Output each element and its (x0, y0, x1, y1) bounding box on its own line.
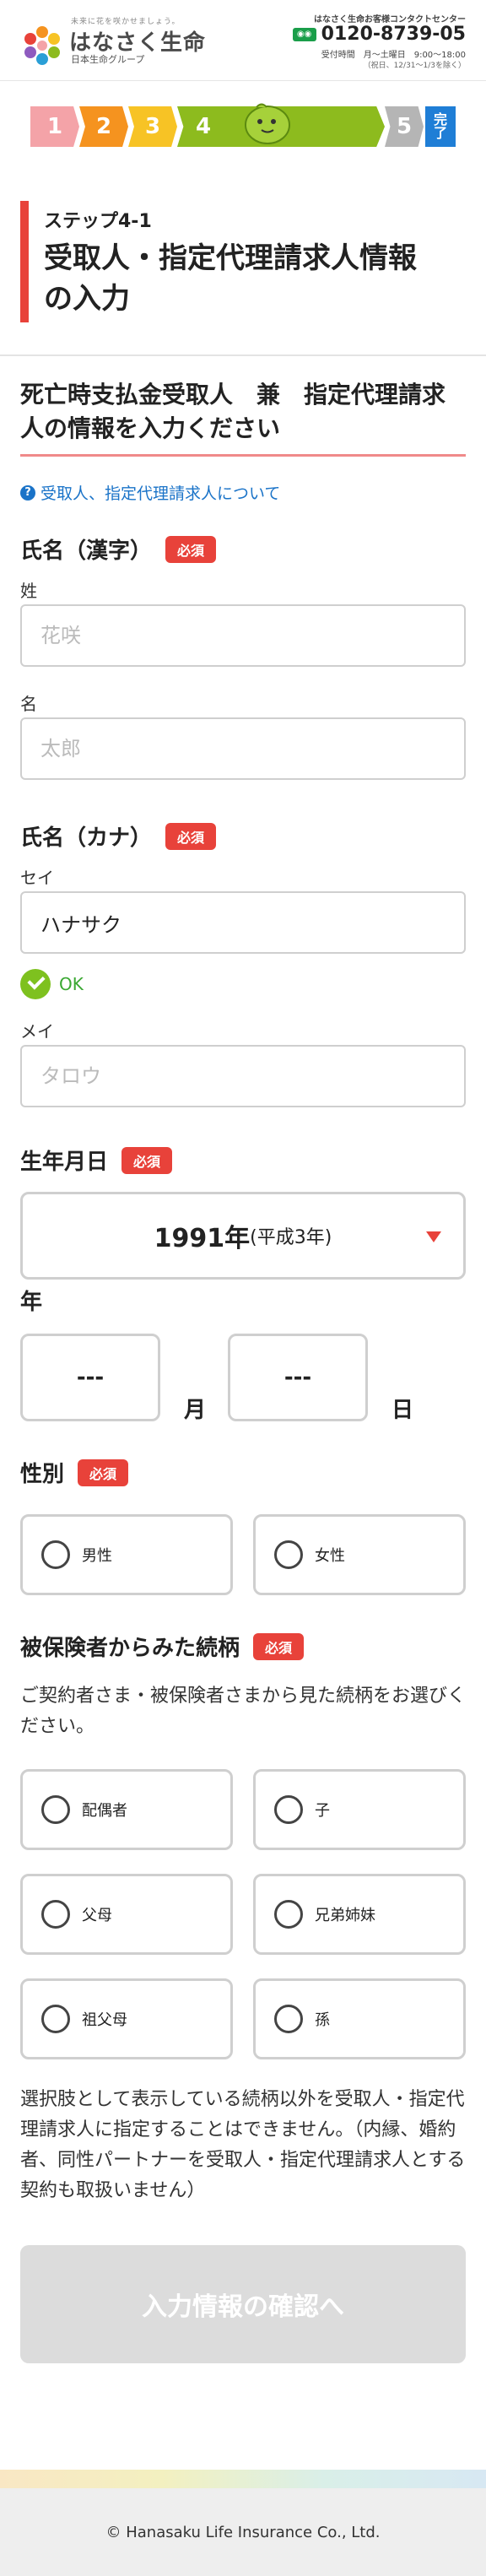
year-unit-label: 年 (20, 1290, 43, 1315)
birth-month-select[interactable]: --- (20, 1334, 160, 1421)
relation-option-label: 孫 (315, 2011, 330, 2029)
required-badge: 必須 (165, 535, 217, 563)
relation-option-grandchild[interactable]: 孫 (253, 1978, 466, 2059)
radio-icon (41, 1795, 70, 1824)
confirm-input-button[interactable]: 入力情報の確認へ (20, 2245, 466, 2363)
birth-year-select[interactable]: 1991年 (平成3年) (20, 1192, 466, 1280)
recipient-help-link-text[interactable]: 受取人、指定代理請求人について (40, 481, 280, 504)
step-3: 3 (128, 106, 177, 147)
birth-year-era: (平成3年) (250, 1227, 332, 1248)
business-hours: 受付時間 月〜土曜日 9:00〜18:00 (321, 51, 466, 60)
first-name-kana-input[interactable] (20, 1045, 466, 1107)
first-name-kanji-input[interactable] (20, 717, 466, 780)
gender-label-text: 性別 (20, 1462, 65, 1487)
radio-icon (274, 2005, 303, 2033)
birthdate-label: 生年月日 必須 (20, 1145, 173, 1176)
site-header: 未来に花を咲かせましょう。 はなさく生命 日本生命グループ はなさく生命お客様コ… (0, 0, 486, 81)
relation-label-text: 被保険者からみた続柄 (20, 1636, 240, 1661)
title-divider (0, 354, 486, 356)
page-title-block: ステップ4-1 受取人・指定代理請求人情報 の入力 (20, 201, 466, 322)
footer-gradient-band (0, 2470, 486, 2488)
radio-icon (41, 1900, 70, 1929)
relation-note: 選択肢として表示している続柄以外を受取人・指定代理請求人に指定することはできませ… (20, 2089, 466, 2201)
gender-option-male[interactable]: 男性 (20, 1514, 233, 1595)
birth-day-select[interactable]: --- (228, 1334, 368, 1421)
step-progress: 1 2 3 4 5 完了 (30, 100, 456, 147)
step-title: ステップ4-1 (44, 211, 152, 232)
page-title-line2: の入力 (44, 282, 130, 316)
radio-icon (41, 2005, 70, 2033)
last-name-kana-input[interactable] (20, 891, 466, 954)
mascot-icon (245, 103, 290, 144)
first-name-kana-label: メイ (20, 1021, 54, 1042)
relation-option-label: 父母 (82, 1907, 112, 1924)
birthdate-label-text: 生年月日 (20, 1150, 109, 1175)
relation-option-label: 子 (315, 1802, 330, 1820)
copyright: © Hanasaku Life Insurance Co., Ltd. (105, 2523, 381, 2541)
last-name-kanji-label: 姓 (20, 581, 37, 601)
question-icon: ? (20, 484, 35, 501)
relation-option-sibling[interactable]: 兄弟姉妹 (253, 1874, 466, 1955)
gender-option-label: 男性 (82, 1547, 112, 1565)
step-5: 5 (385, 106, 424, 147)
radio-icon (274, 1540, 303, 1569)
contact-center-title: はなさく生命お客様コンタクトセンター (314, 15, 466, 24)
section-title-line2: 人の情報を入力ください (20, 414, 281, 442)
radio-icon (274, 1900, 303, 1929)
step-2: 2 (79, 106, 128, 147)
check-icon (20, 969, 51, 999)
relation-option-label: 祖父母 (82, 2011, 127, 2029)
month-unit-label: 月 (184, 1398, 207, 1423)
dropdown-arrow-icon (426, 1231, 441, 1242)
free-dial-icon: ◉◉ (292, 27, 316, 41)
free-dial[interactable]: ◉◉ 0120-8739-05 (292, 24, 466, 45)
recipient-help-link[interactable]: ? 受取人、指定代理請求人について (20, 481, 280, 504)
name-kanji-label: 氏名（漢字） 必須 (20, 533, 217, 565)
relation-option-parent[interactable]: 父母 (20, 1874, 233, 1955)
brand-group: 日本生命グループ (71, 54, 145, 65)
required-badge: 必須 (165, 822, 217, 850)
step-1: 1 (30, 106, 79, 147)
relation-option-label: 兄弟姉妹 (315, 1907, 375, 1924)
validation-ok: OK (20, 969, 84, 999)
relation-description: ご契約者さま・被保険者さまから見た続柄をお選びください。 (20, 1686, 467, 1737)
required-badge: 必須 (253, 1632, 305, 1660)
flower-logo-icon (24, 26, 60, 65)
required-badge: 必須 (122, 1146, 173, 1174)
step-complete: 完了 (425, 106, 456, 147)
section-title: 死亡時支払金受取人 兼 指定代理請求 人の情報を入力ください (20, 378, 466, 457)
gender-label: 性別 必須 (20, 1457, 129, 1488)
page-title: 受取人・指定代理請求人情報 の入力 (44, 238, 466, 319)
relation-option-child[interactable]: 子 (253, 1769, 466, 1850)
required-badge: 必須 (78, 1458, 129, 1486)
gender-option-female[interactable]: 女性 (253, 1514, 466, 1595)
relation-option-grandparent[interactable]: 祖父母 (20, 1978, 233, 2059)
last-name-kanji-input[interactable] (20, 604, 466, 667)
page-title-line1: 受取人・指定代理請求人情報 (44, 241, 417, 275)
gender-option-label: 女性 (315, 1547, 345, 1565)
relation-option-label: 配偶者 (82, 1802, 127, 1820)
footer: © Hanasaku Life Insurance Co., Ltd. (0, 2488, 486, 2576)
radio-icon (41, 1540, 70, 1569)
business-hours-note: （祝日、12/31〜1/3を除く） (363, 62, 466, 70)
name-kana-label-text: 氏名（カナ） (20, 825, 153, 851)
name-kana-label: 氏名（カナ） 必須 (20, 820, 217, 852)
relation-label: 被保険者からみた続柄 必須 (20, 1631, 305, 1662)
last-name-kana-label: セイ (20, 868, 54, 888)
name-kanji-label-text: 氏名（漢字） (20, 538, 153, 564)
phone-number[interactable]: 0120-8739-05 (321, 24, 466, 45)
first-name-kanji-label: 名 (20, 694, 37, 714)
birth-year-value: 1991年 (154, 1224, 251, 1253)
radio-icon (274, 1795, 303, 1824)
relation-option-spouse[interactable]: 配偶者 (20, 1769, 233, 1850)
section-title-line1: 死亡時支払金受取人 兼 指定代理請求 (20, 381, 446, 409)
validation-ok-text: OK (59, 974, 84, 994)
day-unit-label: 日 (392, 1398, 414, 1423)
